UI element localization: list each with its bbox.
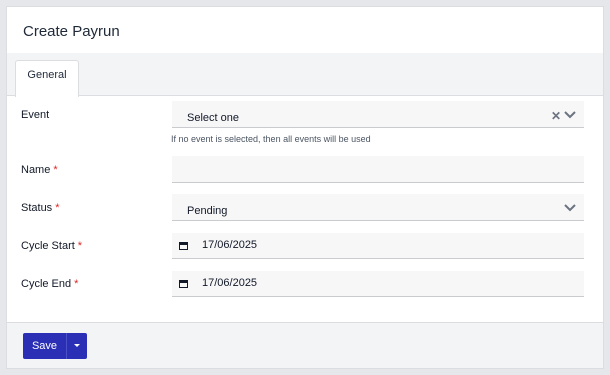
event-label-text: Event	[21, 109, 50, 121]
status-label-text: Status	[21, 202, 53, 214]
name-label: Name *	[21, 164, 58, 176]
save-button-group: Save	[23, 333, 87, 359]
name-label-text: Name	[21, 164, 51, 176]
required-marker: *	[77, 240, 83, 252]
status-label: Status *	[21, 202, 59, 214]
event-label: Event	[21, 109, 49, 121]
event-select-value: Select one	[187, 112, 239, 124]
status-select[interactable]: Pending	[172, 194, 584, 221]
cycle-start-label: Cycle Start *	[21, 240, 82, 252]
chevron-down-icon[interactable]	[564, 110, 576, 122]
calendar-icon[interactable]	[179, 241, 188, 253]
event-select[interactable]: Select one ✕	[172, 101, 584, 128]
chevron-down-icon[interactable]	[564, 203, 576, 215]
caret-down-icon	[74, 344, 80, 347]
tab-bar: General	[7, 53, 603, 97]
close-icon[interactable]: ✕	[551, 109, 561, 123]
cycle-end-value: 17/06/2025	[202, 277, 258, 289]
cycle-start-date-input[interactable]: 17/06/2025	[172, 233, 584, 259]
cycle-start-value: 17/06/2025	[202, 239, 258, 251]
name-field[interactable]	[172, 156, 584, 183]
cycle-end-date-input[interactable]: 17/06/2025	[172, 271, 584, 297]
create-payrun-card: Create Payrun General Event Select one ✕…	[6, 6, 604, 369]
cycle-end-label: Cycle End *	[21, 278, 78, 290]
required-marker: *	[55, 202, 60, 214]
form-footer: Save	[7, 322, 603, 368]
event-hint: If no event is selected, then all events…	[171, 134, 371, 144]
required-marker: *	[74, 278, 79, 290]
page-title: Create Payrun	[23, 23, 120, 40]
calendar-icon[interactable]	[179, 279, 188, 291]
save-menu-button[interactable]	[66, 333, 87, 359]
cycle-end-label-text: Cycle End	[21, 278, 72, 290]
required-marker: *	[53, 164, 58, 176]
tab-general[interactable]: General	[15, 60, 79, 97]
cycle-start-label-text: Cycle Start	[21, 240, 75, 252]
save-button[interactable]: Save	[23, 333, 66, 359]
status-select-value: Pending	[187, 205, 228, 217]
